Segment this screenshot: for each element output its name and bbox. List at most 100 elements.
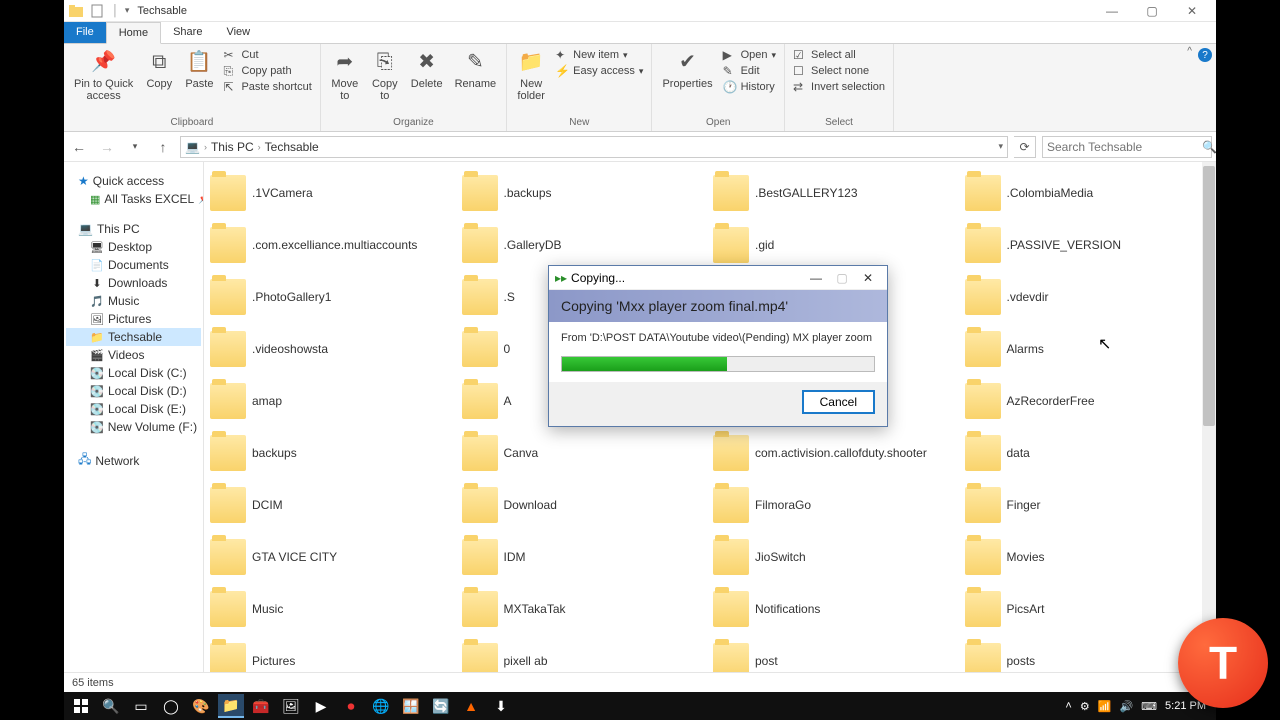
taskview-button[interactable]: ▭ — [128, 694, 154, 718]
search-input[interactable] — [1047, 140, 1202, 154]
invert-selection-button[interactable]: ⇄Invert selection — [793, 80, 885, 94]
nav-item[interactable]: 💽Local Disk (C:) — [66, 364, 201, 382]
qat-properties-icon[interactable] — [90, 3, 106, 19]
scrollbar-thumb[interactable] — [1203, 166, 1215, 426]
tray-app-icon[interactable]: ⚙ — [1080, 700, 1090, 713]
nav-item[interactable]: ⬇Downloads — [66, 274, 201, 292]
system-tray[interactable]: ˄ ⚙ 📶 🔊 ⌨ 5:21 PM — [1065, 700, 1212, 713]
edit-button[interactable]: ✎Edit — [723, 64, 776, 78]
folder-item[interactable]: post — [713, 640, 959, 672]
nav-item[interactable]: 🎬Videos — [66, 346, 201, 364]
folder-item[interactable]: DCIM — [210, 484, 456, 526]
folder-item[interactable]: IDM — [462, 536, 708, 578]
easy-access-button[interactable]: ⚡Easy access ▾ — [555, 64, 643, 78]
cut-button[interactable]: ✂Cut — [223, 48, 311, 62]
scrollbar[interactable] — [1202, 162, 1216, 672]
dialog-minimize-button[interactable]: ― — [803, 268, 829, 288]
folder-item[interactable]: .vdevdir — [965, 276, 1211, 318]
crumb-folder[interactable]: Techsable — [265, 140, 319, 154]
nav-forward-button[interactable]: → — [96, 136, 118, 158]
open-button[interactable]: ▶Open ▾ — [723, 48, 776, 62]
nav-item[interactable]: 🎵Music — [66, 292, 201, 310]
qat-dropdown-icon[interactable]: ▾ — [125, 5, 130, 16]
tab-file[interactable]: File — [64, 22, 106, 43]
task-chrome[interactable]: 🌐 — [368, 694, 394, 718]
copy-path-button[interactable]: ⎘Copy path — [223, 64, 311, 78]
folder-item[interactable]: pixell ab — [462, 640, 708, 672]
start-button[interactable] — [68, 694, 94, 718]
tray-chevron-icon[interactable]: ˄ — [1065, 700, 1071, 712]
nav-item[interactable]: 💽Local Disk (D:) — [66, 382, 201, 400]
search-button[interactable]: 🔍 — [98, 694, 124, 718]
folder-item[interactable]: PicsArt — [965, 588, 1211, 630]
new-item-button[interactable]: ✦New item ▾ — [555, 48, 643, 62]
folder-item[interactable]: MXTakaTak — [462, 588, 708, 630]
dialog-close-button[interactable]: ✕ — [855, 268, 881, 288]
folder-item[interactable]: Music — [210, 588, 456, 630]
nav-this-pc[interactable]: 💻This PC — [66, 216, 201, 238]
folder-item[interactable]: .BestGALLERY123 — [713, 172, 959, 214]
folder-item[interactable]: com.activision.callofduty.shooter — [713, 432, 959, 474]
help-icon[interactable]: ? — [1198, 48, 1212, 62]
folder-item[interactable]: .com.excelliance.multiaccounts — [210, 224, 456, 266]
tray-network-icon[interactable]: 📶 — [1098, 700, 1112, 713]
minimize-button[interactable]: ― — [1092, 1, 1132, 21]
folder-item[interactable]: GTA VICE CITY — [210, 536, 456, 578]
history-button[interactable]: 🕐History — [723, 80, 776, 94]
task-app-5[interactable]: 🪟 — [398, 694, 424, 718]
nav-item[interactable]: 🖼Pictures — [66, 310, 201, 328]
nav-item[interactable]: 💽New Volume (F:) — [66, 418, 201, 436]
copy-button[interactable]: ⧉Copy — [141, 46, 177, 92]
ribbon-collapse-icon[interactable]: ^ — [1187, 46, 1192, 57]
task-explorer[interactable]: 📁 — [218, 694, 244, 718]
tab-home[interactable]: Home — [106, 22, 161, 44]
folder-item[interactable]: .ColombiaMedia — [965, 172, 1211, 214]
move-to-button[interactable]: ➦Move to — [327, 46, 363, 104]
folder-item[interactable]: FilmoraGo — [713, 484, 959, 526]
task-vlc[interactable]: ▲ — [458, 694, 484, 718]
nav-item[interactable]: 💽Local Disk (E:) — [66, 400, 201, 418]
nav-recent-dropdown[interactable]: ▾ — [124, 136, 146, 158]
folder-item[interactable]: Canva — [462, 432, 708, 474]
folder-item[interactable]: posts — [965, 640, 1211, 672]
select-all-button[interactable]: ☑Select all — [793, 48, 885, 62]
pin-quick-access-button[interactable]: 📌Pin to Quick access — [70, 46, 137, 104]
cancel-button[interactable]: Cancel — [802, 390, 875, 414]
nav-back-button[interactable]: ← — [68, 136, 90, 158]
folder-item[interactable]: .gid — [713, 224, 959, 266]
folder-item[interactable]: Movies — [965, 536, 1211, 578]
nav-item-alltasks[interactable]: ▦All Tasks EXCEL📌 — [66, 190, 201, 208]
crumb-dropdown-icon[interactable]: ▾ — [998, 141, 1003, 152]
tab-share[interactable]: Share — [161, 22, 214, 43]
task-app-2[interactable]: 🧰 — [248, 694, 274, 718]
task-app-3[interactable]: 🖼 — [278, 694, 304, 718]
folder-item[interactable]: backups — [210, 432, 456, 474]
select-none-button[interactable]: ☐Select none — [793, 64, 885, 78]
task-app-4[interactable]: ▶ — [308, 694, 334, 718]
tray-language-icon[interactable]: ⌨ — [1141, 700, 1157, 713]
copy-to-button[interactable]: ⎘Copy to — [367, 46, 403, 104]
search-box[interactable]: 🔍 — [1042, 136, 1212, 158]
folder-item[interactable]: Alarms — [965, 328, 1211, 370]
breadcrumb[interactable]: 💻 › This PC › Techsable ▾ — [180, 136, 1008, 158]
folder-item[interactable]: .videoshowsta — [210, 328, 456, 370]
maximize-button[interactable]: ▢ — [1132, 1, 1172, 21]
folder-item[interactable]: .1VCamera — [210, 172, 456, 214]
folder-item[interactable]: Download — [462, 484, 708, 526]
nav-network[interactable]: 🖧Network — [66, 444, 201, 473]
nav-quick-access[interactable]: ★Quick access — [66, 168, 201, 190]
folder-item[interactable]: .PASSIVE_VERSION — [965, 224, 1211, 266]
paste-button[interactable]: 📋Paste — [181, 46, 217, 92]
nav-up-button[interactable]: ↑ — [152, 136, 174, 158]
folder-item[interactable]: .PhotoGallery1 — [210, 276, 456, 318]
nav-item[interactable]: 🖥Desktop — [66, 238, 201, 256]
task-record[interactable]: ⏺ — [338, 694, 364, 718]
task-app-6[interactable]: 🔄 — [428, 694, 454, 718]
task-app-7[interactable]: ⬇ — [488, 694, 514, 718]
delete-button[interactable]: ✖Delete — [407, 46, 447, 92]
folder-item[interactable]: Notifications — [713, 588, 959, 630]
task-app-1[interactable]: 🎨 — [188, 694, 214, 718]
paste-shortcut-button[interactable]: ⇱Paste shortcut — [223, 80, 311, 94]
refresh-button[interactable]: ⟳ — [1014, 136, 1036, 158]
tray-volume-icon[interactable]: 🔊 — [1119, 700, 1133, 713]
